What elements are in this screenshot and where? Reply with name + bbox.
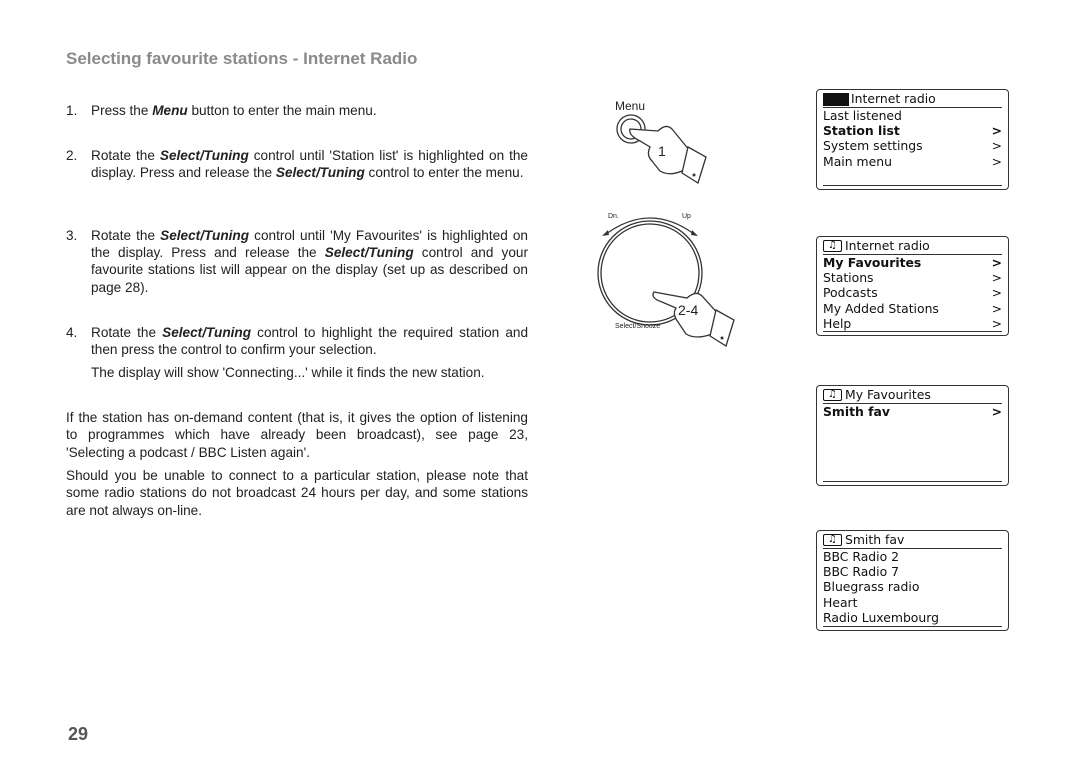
rotary-dial-icon bbox=[597, 217, 735, 347]
step-3: 3. Rotate the Select/Tuning control unti… bbox=[66, 227, 528, 296]
step-4: 4. Rotate the Select/Tuning control to h… bbox=[66, 324, 528, 382]
step-2: 2. Rotate the Select/Tuning control unti… bbox=[66, 147, 528, 181]
select-tuning-dial-illustration: Dn. Up 2-4 Select/Snooze bbox=[592, 210, 742, 355]
step-number: 4. bbox=[66, 325, 78, 340]
display-screen-my-favourites: ♫ My Favourites Smith fav > bbox=[816, 385, 1009, 486]
step-text: Rotate the Select/Tuning control until '… bbox=[91, 228, 528, 295]
select-snooze-label: Select/Snooze bbox=[615, 323, 661, 330]
step-text: Rotate the Select/Tuning control until '… bbox=[91, 148, 528, 181]
music-note-icon: ♫ bbox=[823, 389, 842, 401]
step-1-label: 1 bbox=[658, 143, 666, 159]
step-1: 1. Press the Menu button to enter the ma… bbox=[66, 102, 528, 119]
dial-up-label: Up bbox=[682, 213, 691, 220]
display-screen-internet-radio: ♫ Internet radio My Favourites > Stations >… bbox=[816, 236, 1009, 336]
music-note-icon: ♫ bbox=[823, 240, 842, 252]
step-number: 3. bbox=[66, 228, 78, 243]
step-number: 2. bbox=[66, 148, 78, 163]
menu-button-illustration: Menu 1 bbox=[600, 95, 720, 195]
screen-header: ♫ My Favourites bbox=[823, 387, 1002, 404]
manual-page: Selecting favourite stations - Internet … bbox=[0, 0, 1080, 763]
menu-row: Podcasts > bbox=[823, 285, 1002, 301]
menu-row: Stations > bbox=[823, 270, 1002, 286]
black-block-icon bbox=[823, 92, 849, 106]
display-screen-station-list: Internet radio Last listened Station lis… bbox=[816, 89, 1009, 190]
screen-header: ♫ Smith fav bbox=[823, 532, 1002, 549]
on-demand-paragraph: If the station has on-demand content (th… bbox=[66, 410, 528, 460]
step-4-note: The display will show 'Connecting...' wh… bbox=[91, 365, 485, 381]
menu-row: Help > bbox=[823, 315, 1002, 331]
music-note-icon: ♫ bbox=[823, 534, 842, 546]
station-row: Bluegrass radio bbox=[823, 579, 920, 595]
page-title: Selecting favourite stations - Internet … bbox=[66, 49, 418, 68]
menu-row: Main menu > bbox=[823, 153, 1002, 169]
step-text: Rotate the Select/Tuning control to high… bbox=[91, 325, 529, 358]
station-row: Radio Luxembourg bbox=[823, 609, 939, 625]
station-row: BBC Radio 7 bbox=[823, 564, 900, 580]
step-number: 1. bbox=[66, 103, 78, 118]
step-2-4-label: 2-4 bbox=[678, 302, 699, 318]
dial-down-label: Dn. bbox=[608, 213, 619, 220]
menu-row: System settings > bbox=[823, 138, 1002, 154]
display-screen-smith-fav: ♫ Smith fav BBC Radio 2 BBC Radio 7 Blueg… bbox=[816, 530, 1009, 631]
screen-header: ♫ Internet radio bbox=[823, 238, 1002, 255]
station-row: BBC Radio 2 bbox=[823, 549, 900, 564]
connection-paragraph: Should you be unable to connect to a par… bbox=[66, 468, 528, 518]
station-row: Heart bbox=[823, 594, 858, 610]
menu-row: My Added Stations > bbox=[823, 300, 1002, 316]
menu-row-highlighted: Smith fav > bbox=[823, 404, 1002, 419]
screen-header: Internet radio bbox=[823, 91, 1002, 108]
page-number: 29 bbox=[68, 724, 89, 744]
menu-row: Last listened bbox=[823, 108, 902, 123]
menu-row-highlighted: Station list > bbox=[823, 123, 1002, 139]
step-text: Press the Menu button to enter the main … bbox=[91, 103, 377, 118]
menu-row-highlighted: My Favourites > bbox=[823, 255, 1002, 270]
